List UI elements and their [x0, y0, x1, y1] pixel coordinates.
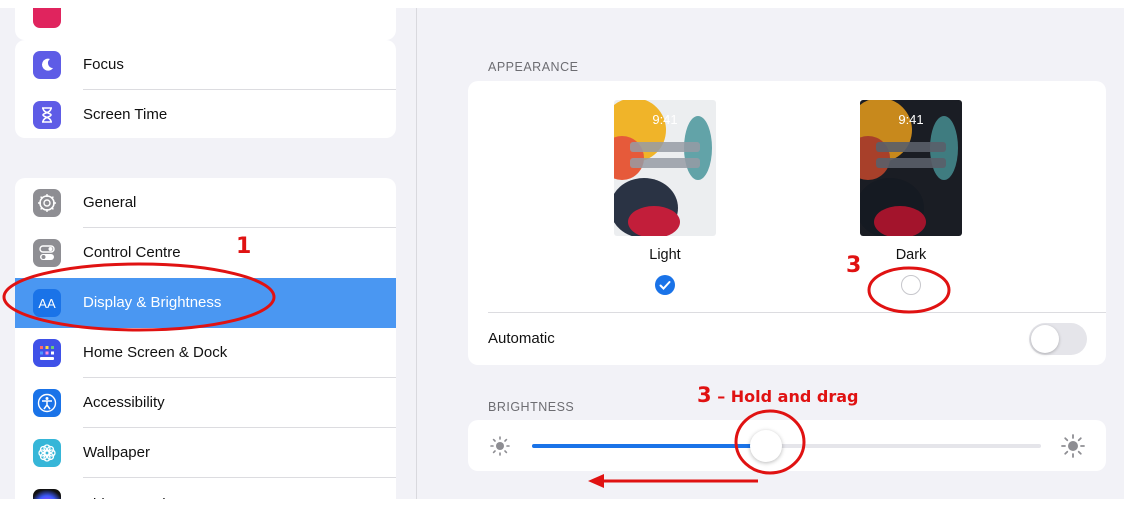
- annotation-step-3: 3: [846, 253, 862, 278]
- annotation-drag-text: – Hold and drag: [711, 387, 859, 406]
- annotation-arrow-head: [588, 474, 604, 488]
- annotation-circle-display: [2, 262, 276, 332]
- annotation-overlay: [2, 262, 951, 488]
- annotation-hold-drag: 3 – Hold and drag: [697, 383, 858, 407]
- annotation-step-1: 1: [236, 234, 252, 259]
- annotation-circle-slider: [734, 409, 806, 475]
- annotation-drag-number: 3: [697, 383, 712, 407]
- annotation-circle-dark: [867, 266, 951, 314]
